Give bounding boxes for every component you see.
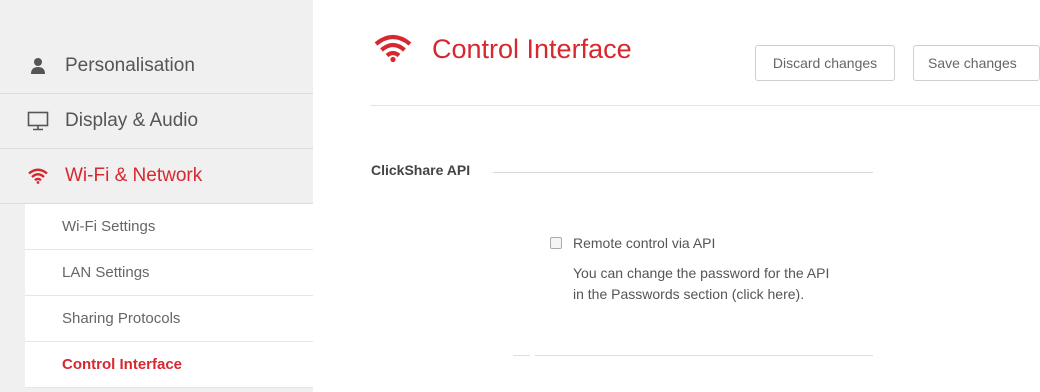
page-title: Control Interface <box>432 34 632 64</box>
sidebar-subitem-label: Wi-Fi Settings <box>62 218 156 235</box>
person-icon <box>27 56 49 76</box>
save-changes-button[interactable]: Save changes <box>913 45 1040 81</box>
header-divider <box>370 105 1040 106</box>
help-line: in the Passwords section (click here). <box>573 286 805 302</box>
sidebar-subitem-label: Control Interface <box>62 356 183 373</box>
sidebar-subitem-label: LAN Settings <box>62 264 150 281</box>
sidebar-item-display-audio[interactable]: Display & Audio <box>0 94 313 149</box>
wifi-icon <box>27 166 49 186</box>
remote-control-label[interactable]: Remote control via API <box>573 235 715 251</box>
section-divider <box>493 172 873 173</box>
sidebar-item-wifi-network[interactable]: Wi-Fi & Network <box>0 149 313 204</box>
help-line: You can change the password for the API <box>573 265 830 281</box>
sidebar-item-label: Display & Audio <box>65 110 199 131</box>
sidebar-subitem-lan-settings[interactable]: LAN Settings <box>25 250 313 296</box>
section-bottom-divider <box>513 355 873 356</box>
monitor-icon <box>27 111 49 131</box>
sidebar-subitem-wifi-settings[interactable]: Wi-Fi Settings <box>25 204 313 250</box>
remote-control-checkbox[interactable] <box>550 237 562 249</box>
discard-changes-button[interactable]: Discard changes <box>755 45 895 81</box>
sidebar-item-label: Personalisation <box>65 55 195 76</box>
sidebar-item-personalisation[interactable]: Personalisation <box>0 39 313 94</box>
sidebar-subitem-sharing-protocols[interactable]: Sharing Protocols <box>25 296 313 342</box>
api-password-help[interactable]: You can change the password for the API … <box>573 263 873 305</box>
wifi-icon <box>373 33 413 63</box>
sidebar-subitem-control-interface[interactable]: Control Interface <box>25 342 313 388</box>
sidebar-item-label: Wi-Fi & Network <box>65 165 203 186</box>
section-title: ClickShare API <box>371 162 471 178</box>
sidebar-subitem-label: Sharing Protocols <box>62 310 181 327</box>
divider-gap <box>530 354 535 357</box>
